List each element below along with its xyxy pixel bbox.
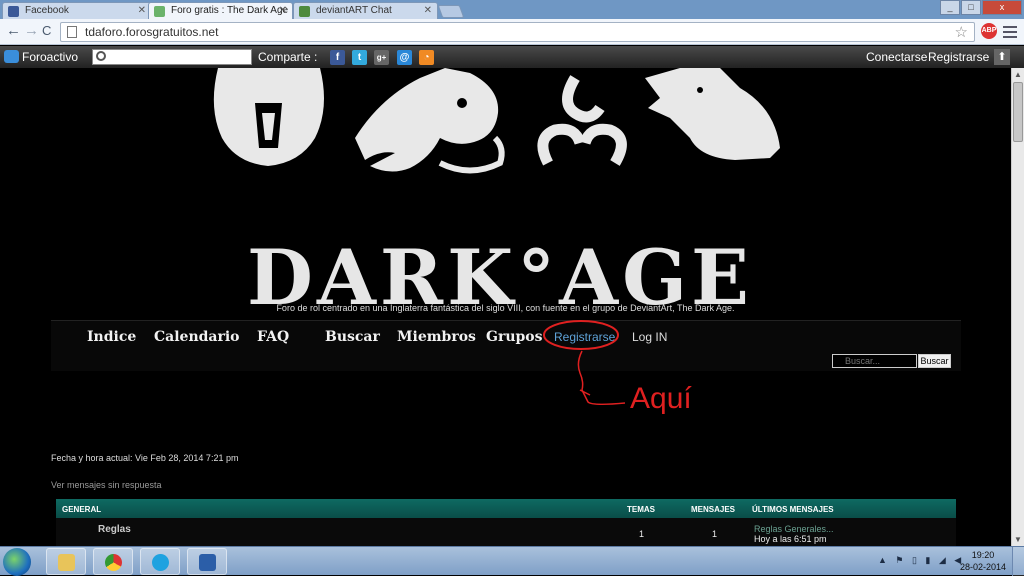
tab-dark-age[interactable]: Foro gratis : The Dark Age ✕	[148, 2, 293, 19]
annotation-circle	[543, 320, 619, 350]
star-icon[interactable]: ☆	[955, 23, 968, 41]
wolf-emblem-icon	[645, 68, 780, 160]
category-header: GENERAL TEMAS MENSAJES ÚLTIMOS MENSAJES	[56, 499, 956, 518]
banner-emblems	[213, 68, 780, 174]
window-close-button[interactable]: x	[982, 0, 1022, 15]
last-post-link[interactable]: Reglas Generales...	[754, 524, 834, 534]
taskbar-explorer[interactable]	[46, 548, 86, 575]
forum-search-input[interactable]	[832, 354, 917, 368]
dragon-emblem-icon	[355, 68, 505, 174]
triskele-emblem-icon	[537, 75, 627, 166]
page-icon	[67, 26, 77, 38]
scroll-top-icon[interactable]: ⬆	[994, 49, 1010, 65]
email-icon[interactable]: @	[397, 50, 412, 65]
forum-search-button[interactable]: Buscar	[918, 354, 951, 368]
topics-count: 1	[639, 529, 645, 539]
twitter-icon[interactable]: t	[352, 50, 367, 65]
close-icon[interactable]: ✕	[138, 5, 146, 16]
chrome-icon	[105, 554, 122, 571]
foroactivo-logo-text[interactable]: Foroactivo	[22, 50, 78, 64]
category-title[interactable]: GENERAL	[62, 505, 101, 514]
forum-navigation: Indice Calendario FAQ Buscar Miembros Gr…	[51, 320, 961, 371]
scroll-up-icon[interactable]: ▲	[1014, 70, 1022, 79]
browser-toolbar: ← → C tdaforo.forosgratuitos.net ☆	[0, 19, 1024, 45]
google-plus-icon[interactable]: g+	[374, 50, 389, 65]
forum-banner: DARK°AGE	[0, 68, 1011, 318]
tab-deviantart-chat[interactable]: deviantART Chat ✕	[293, 2, 438, 19]
taskbar-skype[interactable]	[140, 548, 180, 575]
last-post-time: Hoy a las 6:51 pm	[754, 534, 827, 544]
adblock-plus-icon[interactable]: ABP	[981, 23, 997, 39]
maximize-button[interactable]: □	[961, 0, 981, 15]
facebook-icon[interactable]: f	[330, 50, 345, 65]
folder-icon	[58, 554, 75, 571]
foroactivo-search-input[interactable]	[92, 49, 252, 65]
windows-taskbar: ▲ ⚑ ▯ ▮ ◢ ◀ 19:20 28-02-2014	[0, 546, 1024, 576]
taskbar-word[interactable]	[187, 548, 227, 575]
close-icon[interactable]: ✕	[279, 5, 287, 16]
scrollbar-thumb[interactable]	[1013, 82, 1023, 142]
nav-indice[interactable]: Indice	[87, 329, 136, 345]
clock-date[interactable]: 28-02-2014	[958, 562, 1008, 572]
col-posts: MENSAJES	[691, 505, 736, 514]
taskbar-chrome[interactable]	[93, 548, 133, 575]
scroll-down-icon[interactable]: ▼	[1014, 535, 1022, 544]
tab-label: deviantART Chat	[316, 5, 392, 16]
deviantart-favicon-icon	[299, 6, 310, 17]
close-icon[interactable]: ✕	[424, 5, 432, 16]
menu-icon[interactable]	[1003, 23, 1017, 39]
system-tray-icons[interactable]: ▲ ⚑ ▯ ▮ ◢ ◀	[878, 555, 964, 566]
register-link[interactable]: Registrarse	[928, 50, 989, 64]
back-arrow-icon[interactable]: ←	[6, 23, 21, 39]
posts-count: 1	[712, 529, 718, 539]
new-tab-button[interactable]	[437, 5, 465, 18]
bear-emblem-icon	[213, 68, 324, 166]
nav-buscar[interactable]: Buscar	[325, 329, 380, 345]
page-scrollbar[interactable]: ▲ ▼	[1011, 68, 1024, 546]
login-link[interactable]: Conectarse	[866, 50, 927, 64]
rss-icon[interactable]: ◔	[419, 50, 434, 65]
address-bar[interactable]: tdaforo.forosgratuitos.net ☆	[60, 22, 975, 42]
unanswered-posts-link[interactable]: Ver mensajes sin respuesta	[51, 480, 162, 490]
tab-label: Foro gratis : The Dark Age	[171, 5, 289, 16]
nav-calendario[interactable]: Calendario	[154, 329, 240, 345]
foroactivo-toolbar: Foroactivo Comparte : f t g+ @ ◔ Conecta…	[0, 46, 1024, 68]
url-text: tdaforo.forosgratuitos.net	[85, 25, 219, 39]
word-icon	[199, 554, 216, 571]
tab-label: Facebook	[25, 5, 69, 16]
nav-miembros[interactable]: Miembros	[397, 329, 476, 345]
annotation-arrow	[577, 350, 626, 406]
forum-favicon-icon	[154, 6, 165, 17]
annotation-arrow-head	[579, 389, 591, 396]
forum-name-link[interactable]: Reglas	[98, 524, 131, 535]
col-last-posts: ÚLTIMOS MENSAJES	[752, 505, 834, 514]
search-icon	[96, 51, 106, 61]
col-topics: TEMAS	[627, 505, 655, 514]
foroactivo-logo-icon[interactable]	[4, 50, 19, 63]
tab-facebook[interactable]: Facebook ✕	[2, 2, 152, 19]
share-label: Comparte :	[258, 50, 318, 64]
nav-faq[interactable]: FAQ	[257, 329, 289, 345]
facebook-favicon-icon	[8, 6, 19, 17]
browser-tab-strip: Facebook ✕ Foro gratis : The Dark Age ✕ …	[0, 0, 1024, 19]
forward-arrow-icon[interactable]: →	[24, 23, 39, 39]
skype-icon	[152, 554, 169, 571]
minimize-button[interactable]: _	[940, 0, 960, 15]
show-desktop-button[interactable]	[1012, 547, 1024, 576]
table-row: Reglas 1 1 Reglas Generales... Hoy a las…	[56, 518, 956, 546]
clock-time[interactable]: 19:20	[963, 550, 1003, 560]
start-button[interactable]	[3, 548, 31, 576]
current-date: Fecha y hora actual: Vie Feb 28, 2014 7:…	[51, 453, 239, 463]
forum-tagline: Foro de rol centrado en una Inglaterra f…	[276, 303, 735, 313]
reload-icon[interactable]: C	[42, 23, 51, 39]
annotation-text: Aquí	[630, 382, 692, 415]
nav-grupos[interactable]: Grupos	[486, 329, 543, 345]
